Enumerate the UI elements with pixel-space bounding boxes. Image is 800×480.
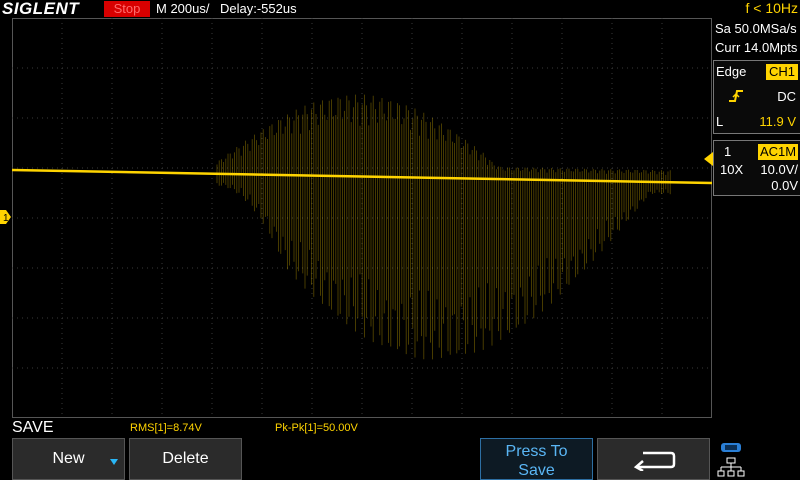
back-button[interactable] [597,438,710,480]
ch1-offset-marker-icon[interactable]: 1 [0,210,11,224]
run-stop-status[interactable]: Stop [104,1,150,17]
chevron-down-icon [110,459,118,465]
trigger-level-label: L [716,114,724,129]
new-button[interactable]: New [12,438,125,480]
ch1-probe: 10X [720,162,744,177]
ch1-number: 1 [724,144,732,159]
delete-button[interactable]: Delete [129,438,242,480]
svg-text:1: 1 [3,213,9,224]
ch1-coupling-badge: AC1M [758,144,798,160]
trigger-frequency: f < 10Hz [745,0,798,16]
sample-rate: Sa 50.0MSa/s [715,21,797,36]
brand-logo: SIGLENT [2,0,80,18]
waveform-grid [12,18,712,418]
waveform-display[interactable] [12,18,712,418]
memory-depth: Curr 14.0Mpts [715,40,798,55]
timebase-readout[interactable]: M 200us/ [156,1,209,16]
network-icon [717,443,745,477]
trigger-panel[interactable]: Edge CH1 DC L 11.9 V [713,60,800,134]
new-button-label: New [52,450,85,467]
menu-title: SAVE [12,419,54,436]
press-to-save-line2: Save [518,462,555,479]
rising-edge-icon [729,90,743,102]
trigger-type: Edge [716,64,747,79]
ch1-scale: 10.0V/ [760,162,798,177]
press-to-save-button[interactable]: Press To Save [480,438,593,480]
press-to-save-line1: Press To [505,443,568,460]
ch1-offset: 0.0V [771,178,798,193]
info-panel: Sa 50.0MSa/s Curr 14.0Mpts Edge CH1 DC L… [712,18,800,418]
return-arrow-icon [633,451,676,471]
trigger-coupling: DC [777,89,796,104]
top-status-bar: SIGLENT Stop M 200us/ Delay:-552us f < 1… [0,0,800,19]
trigger-level-value: 11.9 V [759,114,796,129]
rms-measurement: RMS[1]=8.74V [130,422,202,434]
pkpk-measurement: Pk-Pk[1]=50.00V [275,422,358,434]
delete-button-label: Delete [162,450,209,467]
trigger-source-badge: CH1 [766,64,798,80]
delay-readout[interactable]: Delay:-552us [220,1,297,16]
ch1-settings-panel[interactable]: 1 AC1M 10X 10.0V/ 0.0V [713,140,800,196]
